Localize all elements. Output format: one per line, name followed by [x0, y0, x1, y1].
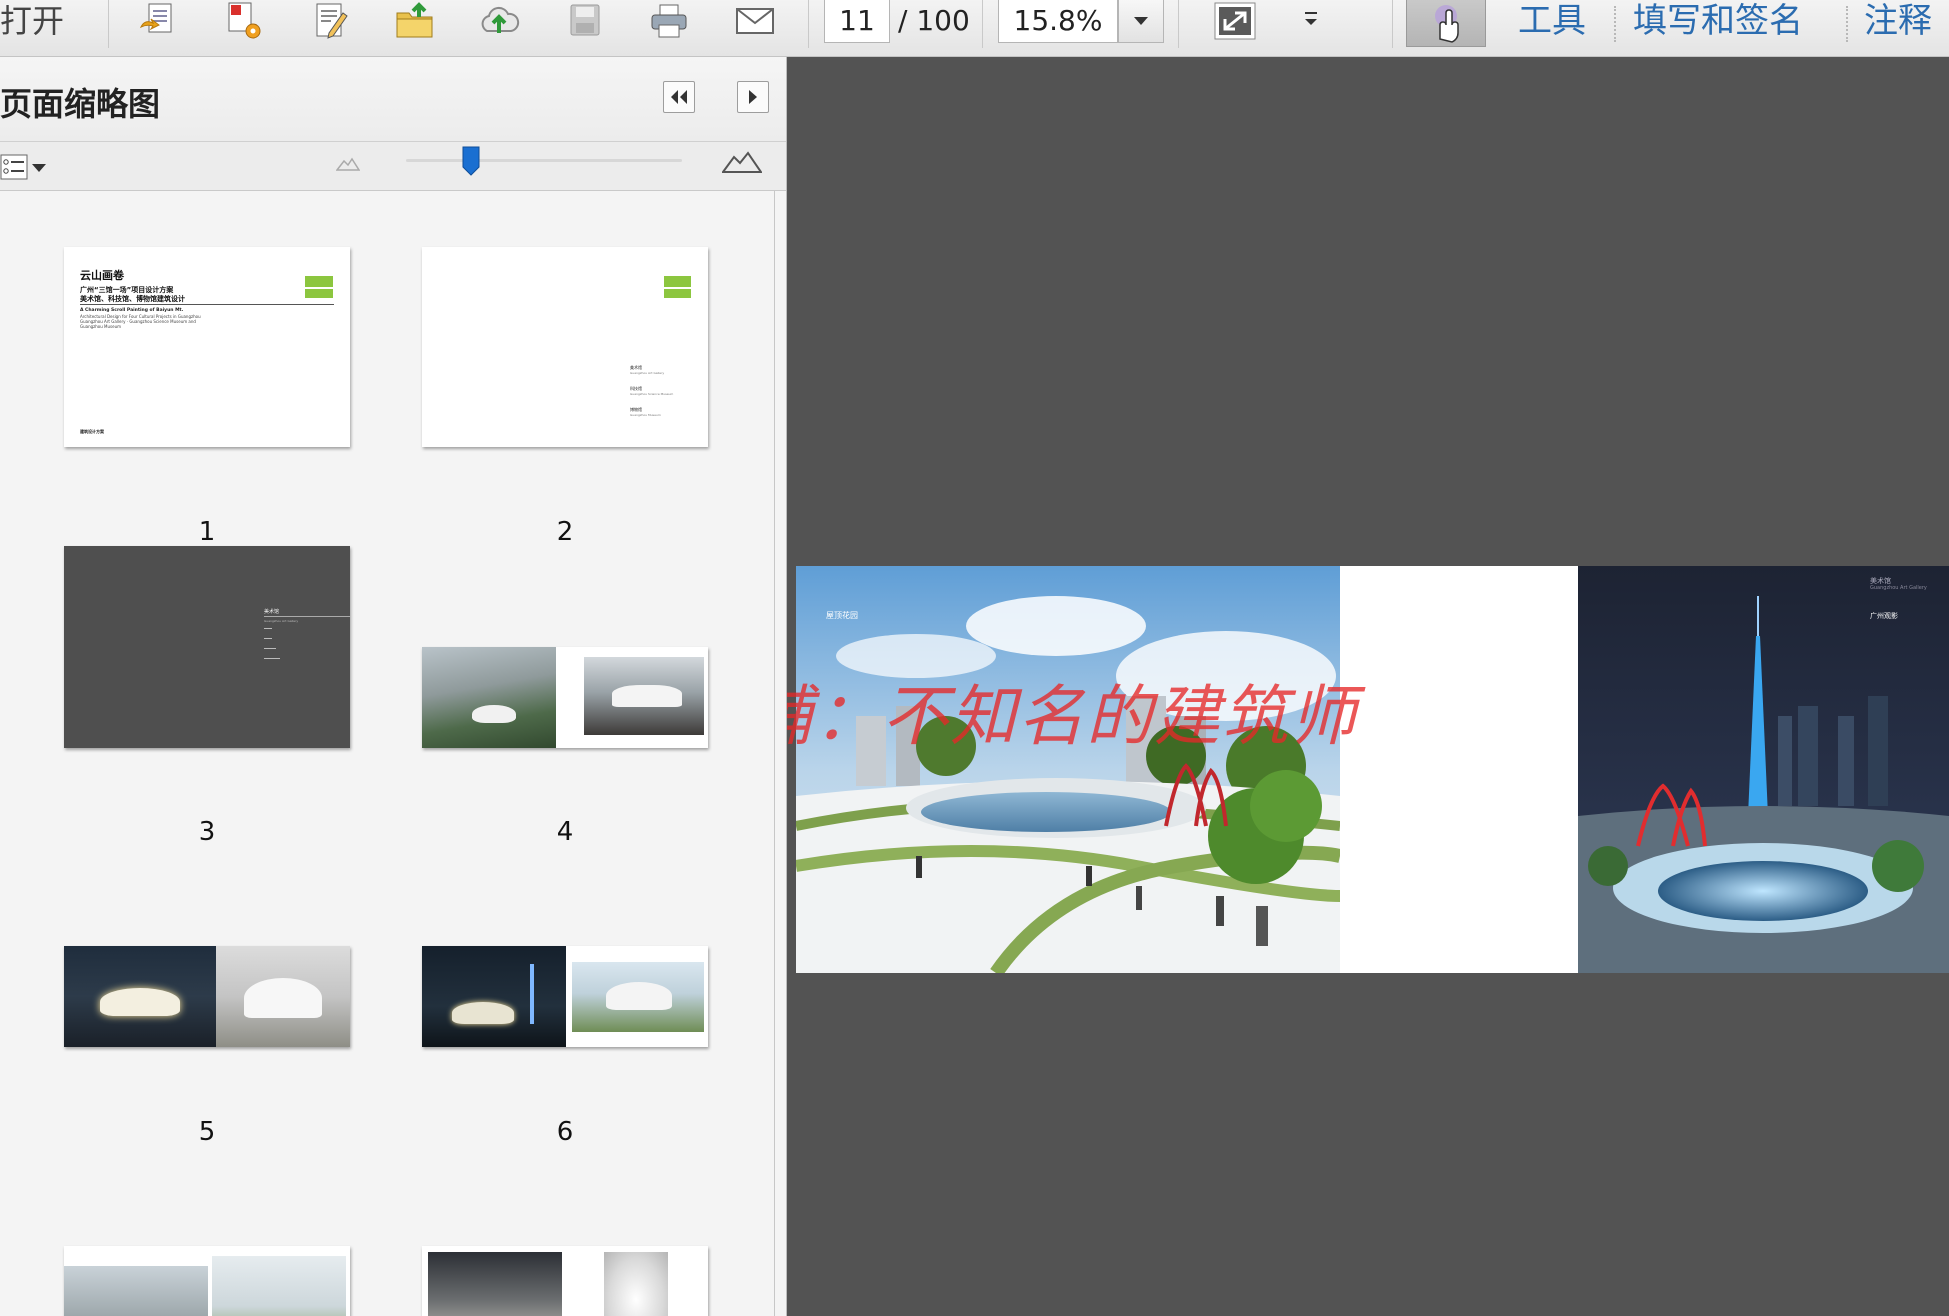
thumb-text: 美术馆 — [264, 609, 280, 615]
thumb-text: A Charming Scroll Painting of Baiyun Mt. — [80, 308, 184, 313]
thumb-footer: 建筑设计方案 — [80, 429, 104, 434]
thumbnails-panel: 页面缩略图 云山画卷 广州“三馆一场”项目设计方案 美术馆、科技馆、博物馆建筑设… — [0, 57, 787, 1316]
page-thumbnail[interactable]: 云山画卷 广州“三馆一场”项目设计方案 美术馆、科技馆、博物馆建筑设计 A Ch… — [64, 247, 350, 447]
open-button[interactable]: 打开 — [0, 0, 64, 42]
toolbar-separator — [1846, 6, 1848, 42]
page-thumbnail[interactable] — [64, 1246, 350, 1316]
tools-tab[interactable]: 工具 — [1518, 0, 1586, 42]
email-icon[interactable] — [730, 0, 780, 42]
thumb-subtitle: 美术馆、科技馆、博物馆建筑设计 — [80, 295, 185, 303]
large-thumbnail-icon[interactable] — [722, 151, 762, 173]
main-toolbar: 打开 11 / 100 15.8% 工具 填写和签名 注释 — [0, 0, 1949, 57]
thumbnail-label: 6 — [556, 1117, 574, 1147]
hand-tool-button[interactable] — [1406, 0, 1486, 47]
open-folder-icon[interactable] — [390, 0, 440, 42]
comment-tab[interactable]: 注释 — [1864, 0, 1932, 42]
green-logo-block — [664, 276, 691, 287]
panel-title: 页面缩略图 — [0, 85, 161, 123]
toolbar-more-icon[interactable] — [1286, 0, 1336, 42]
edit-pdf-icon[interactable] — [306, 0, 356, 42]
page-caption: 屋顶花园 — [826, 611, 858, 620]
page-thumbnail[interactable] — [422, 647, 708, 748]
watermark-text: 淘宝店铺：不知名的建筑师 — [787, 678, 1358, 755]
toolbar-separator — [108, 0, 109, 48]
building-render-image — [212, 1256, 346, 1316]
day-render-image — [216, 946, 350, 1047]
thumb-rule — [264, 648, 276, 649]
zoom-input[interactable]: 15.8% — [998, 0, 1118, 43]
thumbnail-label: 1 — [198, 517, 216, 547]
thumb-text: Guangzhou Art Gallery — [630, 371, 665, 375]
fit-page-icon[interactable] — [1210, 0, 1260, 42]
building-render-image — [64, 1266, 208, 1316]
page-thumbnail[interactable]: 美术馆 Guangzhou Art Gallery 科技馆 Guangzhou … — [422, 247, 708, 447]
options-list-icon — [0, 154, 46, 180]
collapse-panel-button[interactable] — [663, 81, 695, 113]
page-thumbnail[interactable] — [422, 946, 708, 1047]
page-thumbnail[interactable]: 美术馆 Guangzhou Art Gallery — [64, 546, 350, 748]
day-render-image — [572, 962, 704, 1032]
page-caption: 广州观影 — [1870, 612, 1898, 620]
double-chevron-left-icon — [671, 90, 687, 104]
thumbnail-label: 3 — [198, 817, 216, 847]
upload-cloud-icon[interactable] — [474, 0, 524, 42]
thumb-title: 云山画卷 — [80, 269, 124, 282]
panel-tools-bar — [0, 142, 786, 191]
thumbnail-label: 2 — [556, 517, 574, 547]
thumb-rule — [80, 304, 334, 305]
thumb-text: Guangzhou Science Museum — [630, 392, 674, 396]
thumb-rule — [264, 638, 272, 639]
interior-render-image — [428, 1252, 562, 1316]
zoom-dropdown-button[interactable] — [1118, 0, 1164, 43]
small-thumbnail-icon[interactable] — [336, 157, 360, 171]
thumbnail-size-slider[interactable] — [406, 159, 682, 162]
page-thumbnail[interactable] — [64, 946, 350, 1047]
interior-render-image — [604, 1252, 668, 1316]
building-render-image — [584, 657, 704, 735]
green-logo-block — [305, 289, 333, 298]
tower-night-render-image: 美术馆 Guangzhou Art Gallery 广州观影 — [1578, 566, 1949, 973]
fill-sign-tab[interactable]: 填写和签名 — [1633, 0, 1803, 42]
thumbnail-options-button[interactable] — [0, 152, 48, 184]
page-total: / 100 — [898, 4, 970, 37]
thumbnail-label: 5 — [198, 1117, 216, 1147]
toolbar-separator — [1614, 6, 1616, 42]
save-icon[interactable] — [560, 0, 610, 42]
thumb-rule — [264, 616, 350, 617]
page-caption: Guangzhou Art Gallery — [1870, 585, 1927, 591]
green-logo-block — [664, 289, 691, 298]
page-thumbnail[interactable] — [422, 1246, 708, 1316]
toolbar-separator — [1392, 0, 1393, 48]
slider-thumb[interactable] — [462, 146, 480, 176]
night-render-image — [422, 946, 566, 1047]
panel-header: 页面缩略图 — [0, 57, 786, 142]
aerial-render-image — [422, 647, 556, 748]
chevron-down-icon — [1134, 17, 1148, 25]
toolbar-separator — [1178, 0, 1179, 48]
night-render-image — [64, 946, 216, 1047]
toolbar-separator — [808, 0, 809, 48]
document-view[interactable]: 屋顶花园 美术馆 Guangzhou Art Gallery 广州观影 ：不知名… — [787, 57, 1949, 1316]
print-icon[interactable] — [644, 0, 694, 42]
page-number-input[interactable]: 11 — [824, 0, 890, 43]
thumb-text: Guangzhou Museum — [630, 413, 661, 417]
chevron-right-icon — [749, 90, 757, 104]
thumb-text: Guangzhou Art Gallery — [264, 619, 299, 623]
plaza-render-image: 屋顶花园 — [796, 566, 1340, 973]
export-pdf-icon[interactable] — [220, 0, 270, 42]
create-pdf-icon[interactable] — [134, 0, 184, 42]
thumbnail-label: 4 — [556, 817, 574, 847]
thumbnail-list: 云山画卷 广州“三馆一场”项目设计方案 美术馆、科技馆、博物馆建筑设计 A Ch… — [0, 191, 775, 1316]
green-logo-block — [305, 276, 333, 287]
expand-panel-button[interactable] — [737, 81, 769, 113]
thumb-rule — [264, 658, 280, 659]
thumb-text: Guangzhou Museum — [80, 324, 122, 329]
toolbar-separator — [982, 0, 983, 48]
page-spread: 屋顶花园 美术馆 Guangzhou Art Gallery 广州观影 — [796, 566, 1949, 973]
hand-icon — [1435, 5, 1459, 43]
thumb-rule — [264, 628, 272, 629]
